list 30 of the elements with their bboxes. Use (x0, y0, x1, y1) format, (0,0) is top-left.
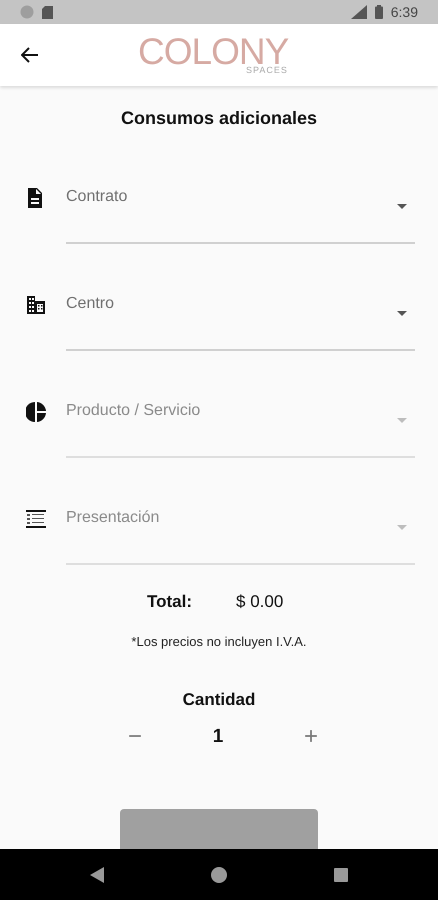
status-time: 6:39 (390, 2, 418, 22)
back-triangle-icon[interactable] (90, 866, 104, 882)
field-label: Contrato (66, 187, 128, 207)
increment-button[interactable]: + (298, 723, 324, 751)
home-circle-icon[interactable] (211, 866, 227, 882)
total-value: $ 0.00 (236, 591, 284, 614)
total-label: Total: (147, 591, 192, 614)
field-label: Producto / Servicio (66, 401, 200, 421)
quantity-value: 1 (212, 724, 224, 749)
back-arrow-icon (21, 47, 39, 63)
pie-chart-icon (26, 402, 46, 422)
sd-card-icon (42, 6, 53, 18)
dropdown-field[interactable]: Contrato (66, 180, 415, 244)
field-label: Presentación (66, 508, 160, 528)
dropdown-caret-icon (397, 311, 407, 316)
dropdown-caret-icon (397, 418, 407, 423)
notification-dot-icon (20, 5, 34, 19)
dropdown-caret-icon (397, 525, 407, 530)
recents-square-icon[interactable] (334, 868, 348, 882)
decrement-button[interactable]: − (122, 723, 148, 751)
tax-note: *Los precios no incluyen I.V.A. (131, 633, 307, 651)
battery-icon (374, 5, 383, 19)
page-title: Consumos adicionales (120, 107, 318, 130)
dropdown-caret-icon (397, 204, 407, 209)
field-label: Centro (66, 294, 114, 314)
dropdown-field[interactable]: Centro (66, 287, 415, 351)
signal-icon (350, 5, 367, 19)
quantity-label: Cantidad (182, 689, 256, 711)
list-icon (26, 509, 46, 529)
building-icon (26, 295, 46, 315)
